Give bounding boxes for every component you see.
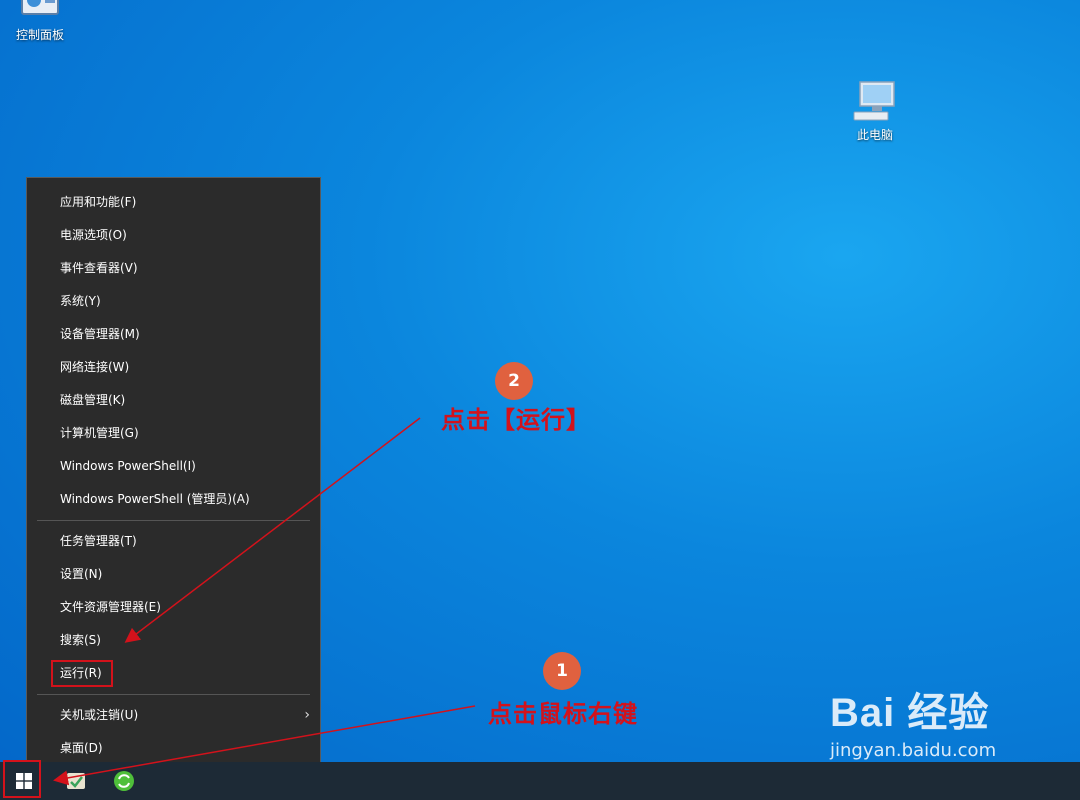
arrow-to-search bbox=[124, 417, 421, 643]
watermark-url: jingyan.baidu.com bbox=[830, 740, 997, 761]
step-note-1: 点击鼠标右键 bbox=[488, 699, 638, 728]
arrow-to-start bbox=[53, 705, 476, 786]
step-badge-1: 1 bbox=[543, 652, 581, 690]
step-badge-2: 2 bbox=[495, 362, 533, 400]
step-note-2: 点击【运行】 bbox=[441, 405, 591, 434]
watermark-logo: Bai 经验 bbox=[830, 691, 990, 735]
baidu-jingyan-watermark: Bai 经验 jingyan.baidu.com bbox=[830, 680, 1030, 780]
